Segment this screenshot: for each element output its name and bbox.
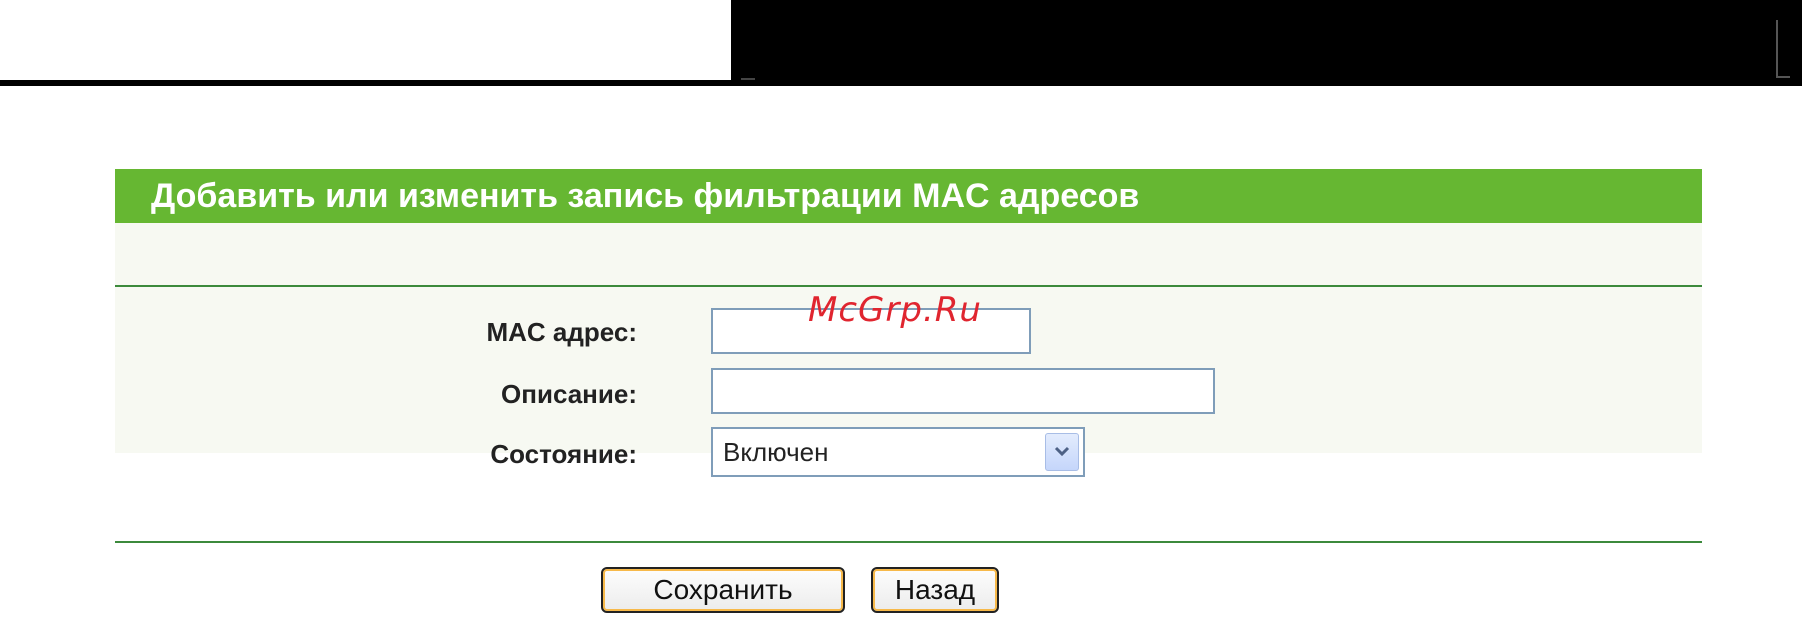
description-label: Описание: (501, 379, 637, 409)
top-rule (0, 80, 731, 86)
status-select[interactable]: Включен (711, 427, 1085, 477)
watermark-text: McGrp.Ru (808, 290, 982, 330)
chevron-down-icon (1054, 446, 1070, 457)
select-arrow-button[interactable] (1045, 433, 1079, 471)
back-button[interactable]: Назад (871, 567, 999, 613)
crop-mark-right (1776, 20, 1778, 78)
top-black-bar (731, 0, 1802, 86)
bottom-divider (115, 541, 1702, 543)
crop-mark-right-bottom (1776, 76, 1790, 78)
save-button[interactable]: Сохранить (601, 567, 845, 613)
top-divider (115, 285, 1702, 287)
mac-filter-panel: Добавить или изменить запись фильтрации … (115, 169, 1702, 629)
status-select-value: Включен (723, 437, 829, 467)
status-label: Состояние: (490, 439, 637, 469)
description-input[interactable] (711, 368, 1215, 414)
page-title: Добавить или изменить запись фильтрации … (115, 169, 1702, 223)
crop-mark-left (741, 78, 755, 80)
mac-address-label: MAC адрес: (486, 317, 637, 347)
